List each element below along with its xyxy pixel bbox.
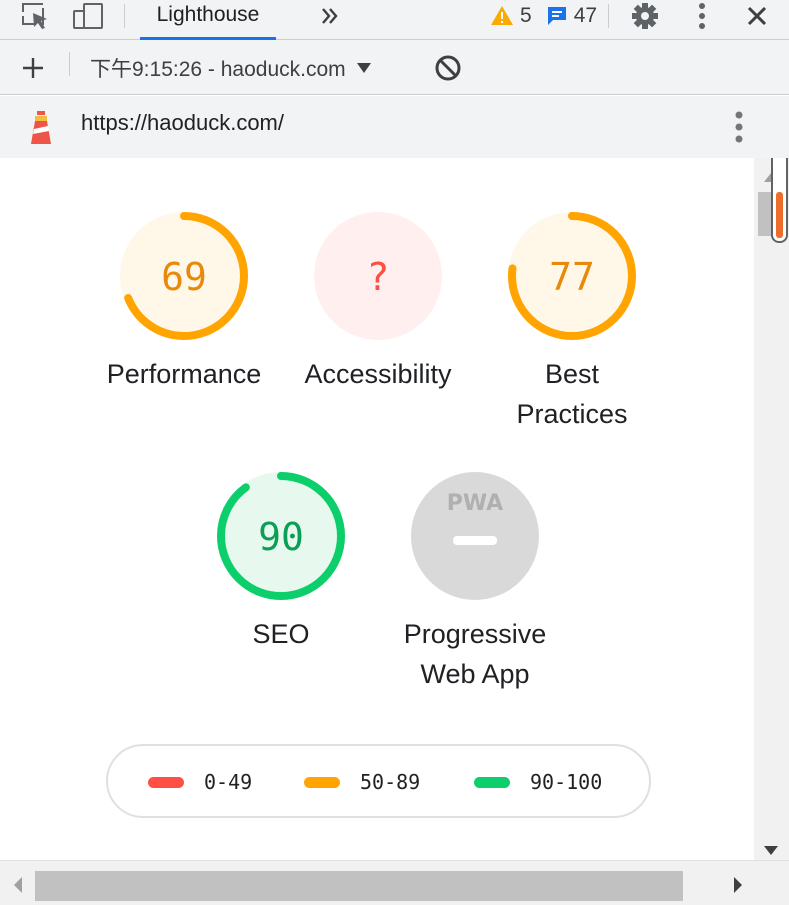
legend-item: 50-89 <box>304 770 420 794</box>
gauge-accessibility[interactable]: ? Accessibility <box>298 206 458 394</box>
device-toolbar-icon[interactable] <box>70 0 106 32</box>
toolbar-divider <box>608 4 609 28</box>
gauge-seo[interactable]: 90 SEO <box>201 466 361 654</box>
issues-counter[interactable]: 5 47 <box>490 0 600 32</box>
legend-range: 0-49 <box>204 770 253 794</box>
gauge-score: 90 <box>258 515 304 559</box>
gauge-label: Performance <box>106 359 262 389</box>
legend-swatch <box>474 776 510 788</box>
scroll-highlight <box>776 192 783 238</box>
pwa-dash-icon <box>453 536 497 545</box>
legend-range: 90-100 <box>530 770 603 794</box>
dropdown-arrow-icon <box>356 63 371 73</box>
settings-gear-icon[interactable] <box>626 0 664 32</box>
devtools-toolbar: Lighthouse 5 47 <box>0 0 789 40</box>
gauge-best-practices[interactable]: 77 Best Practices <box>492 206 652 434</box>
gauge-performance[interactable]: 69 Performance <box>104 206 264 394</box>
gauge-progressive-web-app[interactable]: PWA Progressive Web App <box>395 466 555 694</box>
scroll-left-arrow-icon <box>14 877 22 893</box>
gauge-dial: ? <box>314 212 442 340</box>
clear-reports-icon[interactable] <box>432 52 464 84</box>
scroll-down-arrow-icon <box>764 846 778 855</box>
toolbar-divider <box>124 4 125 28</box>
lighthouse-toolbar: 下午9:15:26 - haoduck.com <box>0 40 789 95</box>
report-url-bar: https://haoduck.com/ <box>0 96 789 158</box>
toolbar-divider <box>69 52 70 76</box>
pwa-badge-text: PWA <box>447 491 503 516</box>
new-report-icon[interactable] <box>18 52 48 84</box>
gauge-score: 77 <box>549 255 595 299</box>
gauge-score: ? <box>367 255 390 299</box>
h-scroll-thumb <box>35 871 683 901</box>
gauge-label: Accessibility <box>304 359 452 389</box>
lighthouse-logo-icon <box>26 110 56 144</box>
report-menu-icon[interactable] <box>724 110 754 144</box>
report-select-value: 下午9:15:26 - haoduck.com <box>90 58 346 81</box>
gauge-dial: PWA <box>411 472 539 600</box>
gauge-label: Progressive Web App <box>403 619 547 689</box>
more-options-icon[interactable] <box>688 0 716 32</box>
legend-range: 50-89 <box>360 770 421 794</box>
tab-lighthouse[interactable]: Lighthouse <box>140 0 276 40</box>
scroll-right-arrow-icon <box>734 877 742 893</box>
horizontal-scrollbar[interactable] <box>0 860 789 905</box>
report-select[interactable]: 下午9:15:26 - haoduck.com <box>90 53 372 83</box>
score-scale-legend: 0-49 50-89 90-100 <box>106 744 651 818</box>
gauge-label: SEO <box>252 619 310 649</box>
legend-item: 0-49 <box>148 770 252 794</box>
legend-swatch <box>148 776 184 788</box>
inspect-element-icon[interactable] <box>18 0 52 32</box>
gauge-label: Best Practices <box>516 359 628 429</box>
message-icon <box>547 7 566 25</box>
vertical-scrollbar[interactable] <box>754 143 789 860</box>
lighthouse-report: 69 Performance? Accessibility 77 Best Practi… <box>0 158 754 860</box>
legend-swatch <box>304 776 340 788</box>
more-tabs-icon[interactable] <box>316 0 344 32</box>
close-icon[interactable] <box>742 0 772 32</box>
warning-icon <box>491 6 513 25</box>
gauge-dial: 77 <box>508 212 636 340</box>
gauge-dial: 90 <box>217 472 345 600</box>
report-url[interactable]: https://haoduck.com/ <box>81 110 284 136</box>
messages-count: 47 <box>573 4 598 27</box>
legend-item: 90-100 <box>474 770 602 794</box>
warnings-count: 5 <box>520 4 532 27</box>
gauge-score: 69 <box>161 255 207 299</box>
gauge-dial: 69 <box>120 212 248 340</box>
